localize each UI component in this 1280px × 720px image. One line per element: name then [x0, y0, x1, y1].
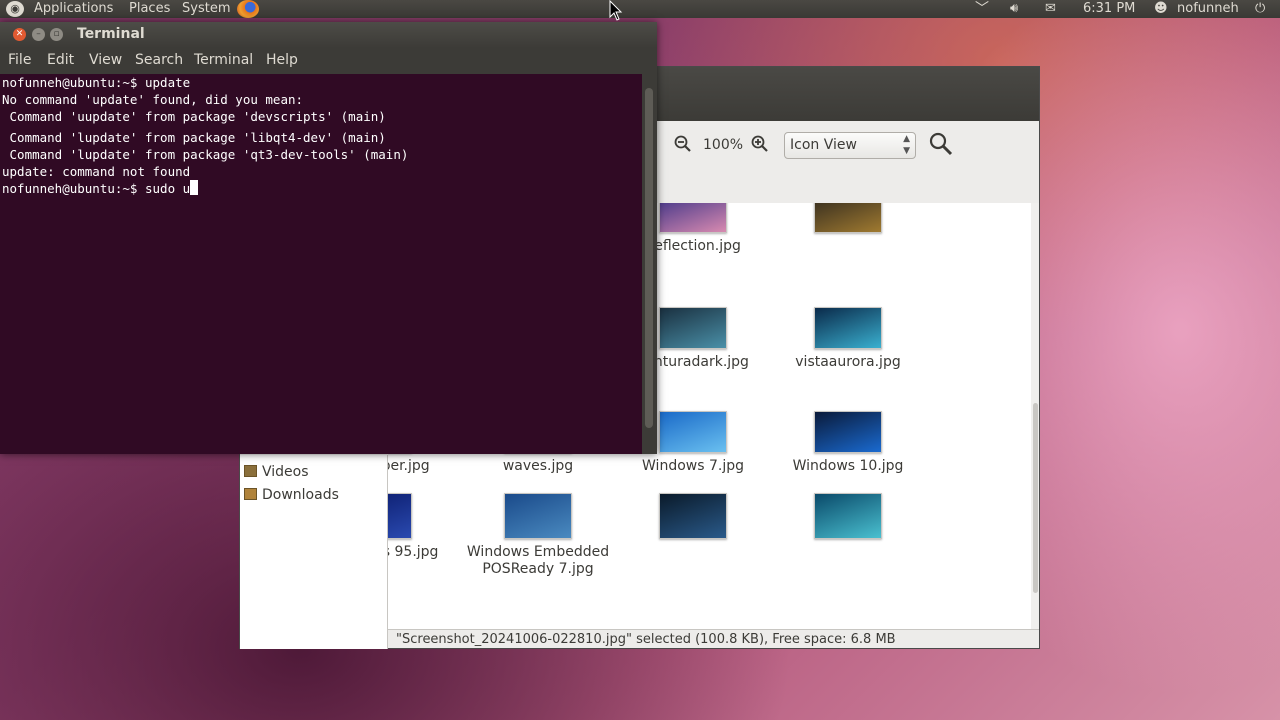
terminal-line: Command 'uupdate' from package 'devscrip…	[2, 109, 386, 124]
file-name: Windows 95.jpg	[388, 544, 439, 560]
close-icon[interactable]: ✕	[13, 28, 26, 41]
zoom-out-icon[interactable]	[673, 135, 693, 155]
file-thumbnail	[504, 493, 572, 539]
file-thumbnail	[659, 411, 727, 453]
user-name[interactable]: nofunneh	[1177, 0, 1239, 18]
file-name: Windows 7.jpg	[642, 458, 744, 474]
file-item[interactable]	[618, 493, 768, 539]
file-item[interactable]: vistaaurora.jpg	[773, 307, 923, 371]
file-thumbnail	[814, 411, 882, 453]
places-menu[interactable]: Places	[129, 0, 170, 18]
file-thumbnail	[659, 493, 727, 539]
select-arrows-icon: ▲ ▼	[903, 134, 910, 156]
clock[interactable]: 6:31 PM	[1083, 0, 1135, 18]
sidebar-item-label: Videos	[262, 464, 309, 480]
terminal-scrollbar-thumb[interactable]	[645, 88, 653, 428]
file-thumbnail	[659, 307, 727, 349]
sidebar-item-label: Downloads	[262, 487, 339, 503]
file-name: Windows 10.jpg	[792, 458, 904, 474]
ubuntu-logo-icon[interactable]: ◉	[6, 1, 24, 17]
terminal-line: No command 'update' found, did you mean:	[2, 92, 304, 107]
file-thumbnail	[659, 203, 727, 233]
menu-search[interactable]: Search	[135, 52, 183, 68]
file-name: waves.jpg	[502, 458, 574, 474]
terminal-titlebar[interactable]: ✕ – ▫ Terminal	[0, 22, 657, 48]
file-item[interactable]: Windows 10.jpg	[773, 411, 923, 475]
power-icon[interactable]: ⏻	[1255, 0, 1265, 18]
file-item[interactable]	[773, 203, 923, 233]
user-icon[interactable]: ☻	[1154, 0, 1168, 18]
file-name: wallpaper.jpg	[388, 458, 430, 474]
status-bar: "Screenshot_20241006-022810.jpg" selecte…	[388, 629, 1039, 648]
scrollbar-thumb[interactable]	[1033, 403, 1038, 593]
terminal-menubar: File Edit View Search Terminal Help	[0, 48, 657, 74]
terminal-window: ✕ – ▫ Terminal File Edit View Search Ter…	[0, 22, 657, 454]
firefox-icon[interactable]	[237, 0, 259, 18]
downloads-icon	[244, 488, 257, 500]
sidebar-item-videos[interactable]: Videos	[244, 462, 309, 482]
search-icon[interactable]	[928, 131, 954, 157]
file-item[interactable]	[773, 493, 923, 539]
menu-edit[interactable]: Edit	[47, 52, 74, 68]
menu-terminal[interactable]: Terminal	[194, 52, 253, 68]
scrollbar[interactable]	[1031, 203, 1039, 629]
applications-menu[interactable]: Applications	[34, 0, 113, 18]
terminal-scrollbar[interactable]	[642, 74, 657, 454]
terminal-prompt[interactable]: nofunneh@ubuntu:~$ sudo u	[2, 180, 199, 197]
menu-file[interactable]: File	[8, 52, 31, 68]
file-name: vistaaurora.jpg	[795, 354, 901, 370]
file-item[interactable]: Windows Embedded POSReady 7.jpg	[463, 493, 613, 578]
volume-icon[interactable]: 🔊︎	[1010, 0, 1018, 18]
top-panel: ◉ Applications Places System ﹀ 🔊︎ ✉ 6:31…	[0, 0, 1280, 18]
menu-view[interactable]: View	[89, 52, 122, 68]
file-thumbnail	[814, 493, 882, 539]
prompt-text: nofunneh@ubuntu:~$ sudo u	[2, 181, 191, 196]
maximize-icon[interactable]: ▫	[50, 28, 63, 41]
terminal-line: nofunneh@ubuntu:~$ update	[2, 75, 191, 90]
zoom-in-icon[interactable]	[750, 135, 770, 155]
terminal-line: Command 'lupdate' from package 'qt3-dev-…	[2, 147, 409, 162]
system-menu[interactable]: System	[182, 0, 230, 18]
mail-icon[interactable]: ✉	[1045, 0, 1056, 18]
places-sidebar: Videos Downloads	[240, 455, 388, 649]
network-icon[interactable]: ﹀	[975, 0, 989, 18]
mouse-pointer-icon	[609, 0, 623, 21]
window-title: Terminal	[77, 26, 145, 42]
terminal-line: update: command not found	[2, 164, 191, 179]
file-name: Windows Embedded POSReady 7.jpg	[466, 544, 610, 577]
file-item[interactable]: Windows 95.jpg	[388, 493, 458, 561]
sidebar-item-downloads[interactable]: Downloads	[244, 485, 339, 505]
file-thumbnail	[814, 307, 882, 349]
terminal-output[interactable]: nofunneh@ubuntu:~$ update No command 'up…	[0, 74, 642, 454]
minimize-icon[interactable]: –	[32, 28, 45, 41]
zoom-level: 100%	[703, 137, 744, 153]
file-thumbnail	[814, 203, 882, 233]
videos-icon	[244, 465, 257, 477]
file-thumbnail	[388, 493, 412, 539]
text-cursor	[190, 180, 199, 195]
view-mode-select[interactable]: Icon View ▲ ▼	[784, 132, 916, 159]
terminal-line: Command 'lupdate' from package 'libqt4-d…	[2, 130, 386, 145]
menu-help[interactable]: Help	[266, 52, 298, 68]
view-mode-value: Icon View	[790, 137, 857, 153]
